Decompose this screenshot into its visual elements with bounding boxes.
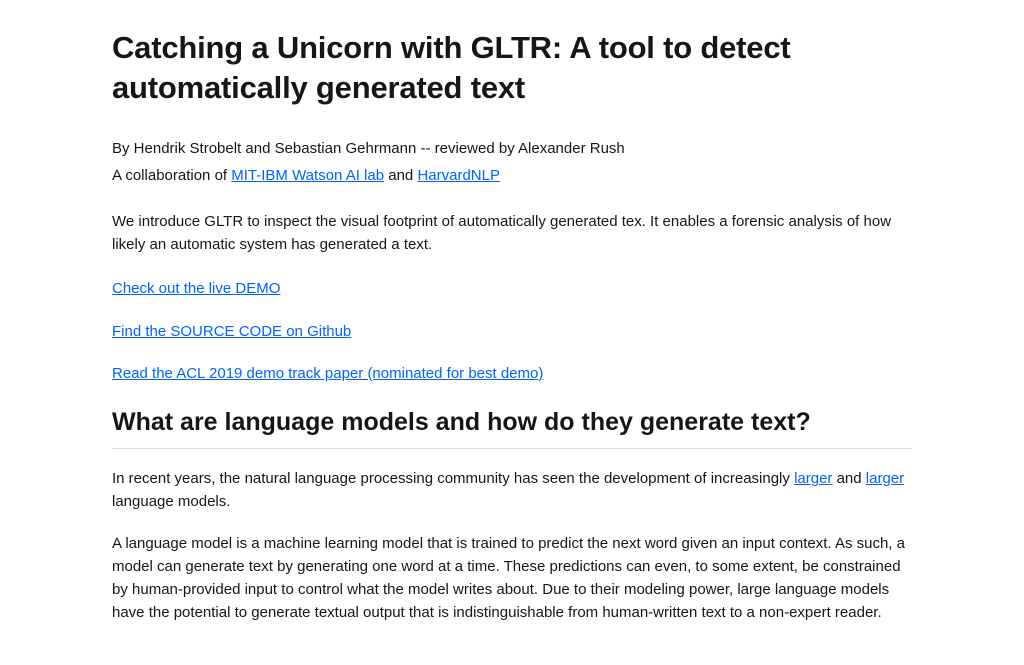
intro-paragraph: We introduce GLTR to inspect the visual …	[112, 211, 912, 256]
collab-and: and	[384, 167, 417, 184]
body-paragraph-2: A language model is a machine learning m…	[112, 532, 912, 625]
body-paragraph-1: In recent years, the natural language pr…	[112, 467, 912, 514]
demo-link[interactable]: Check out the live DEMO	[112, 280, 280, 297]
para1-suffix: language models.	[112, 493, 230, 510]
section-heading: What are language models and how do they…	[112, 406, 912, 450]
para1-and: and	[832, 470, 865, 487]
larger-link-1[interactable]: larger	[794, 470, 832, 487]
para1-prefix: In recent years, the natural language pr…	[112, 470, 794, 487]
collaboration-line: A collaboration of MIT-IBM Watson AI lab…	[112, 164, 912, 187]
byline: By Hendrik Strobelt and Sebastian Gehrma…	[112, 137, 912, 160]
page-title: Catching a Unicorn with GLTR: A tool to …	[112, 28, 912, 109]
source-code-link[interactable]: Find the SOURCE CODE on Github	[112, 323, 351, 340]
collab-link-harvardnlp[interactable]: HarvardNLP	[417, 167, 500, 184]
collab-link-mit-ibm[interactable]: MIT-IBM Watson AI lab	[231, 167, 384, 184]
larger-link-2[interactable]: larger	[866, 470, 904, 487]
collab-prefix: A collaboration of	[112, 167, 231, 184]
paper-link[interactable]: Read the ACL 2019 demo track paper (nomi…	[112, 365, 543, 382]
